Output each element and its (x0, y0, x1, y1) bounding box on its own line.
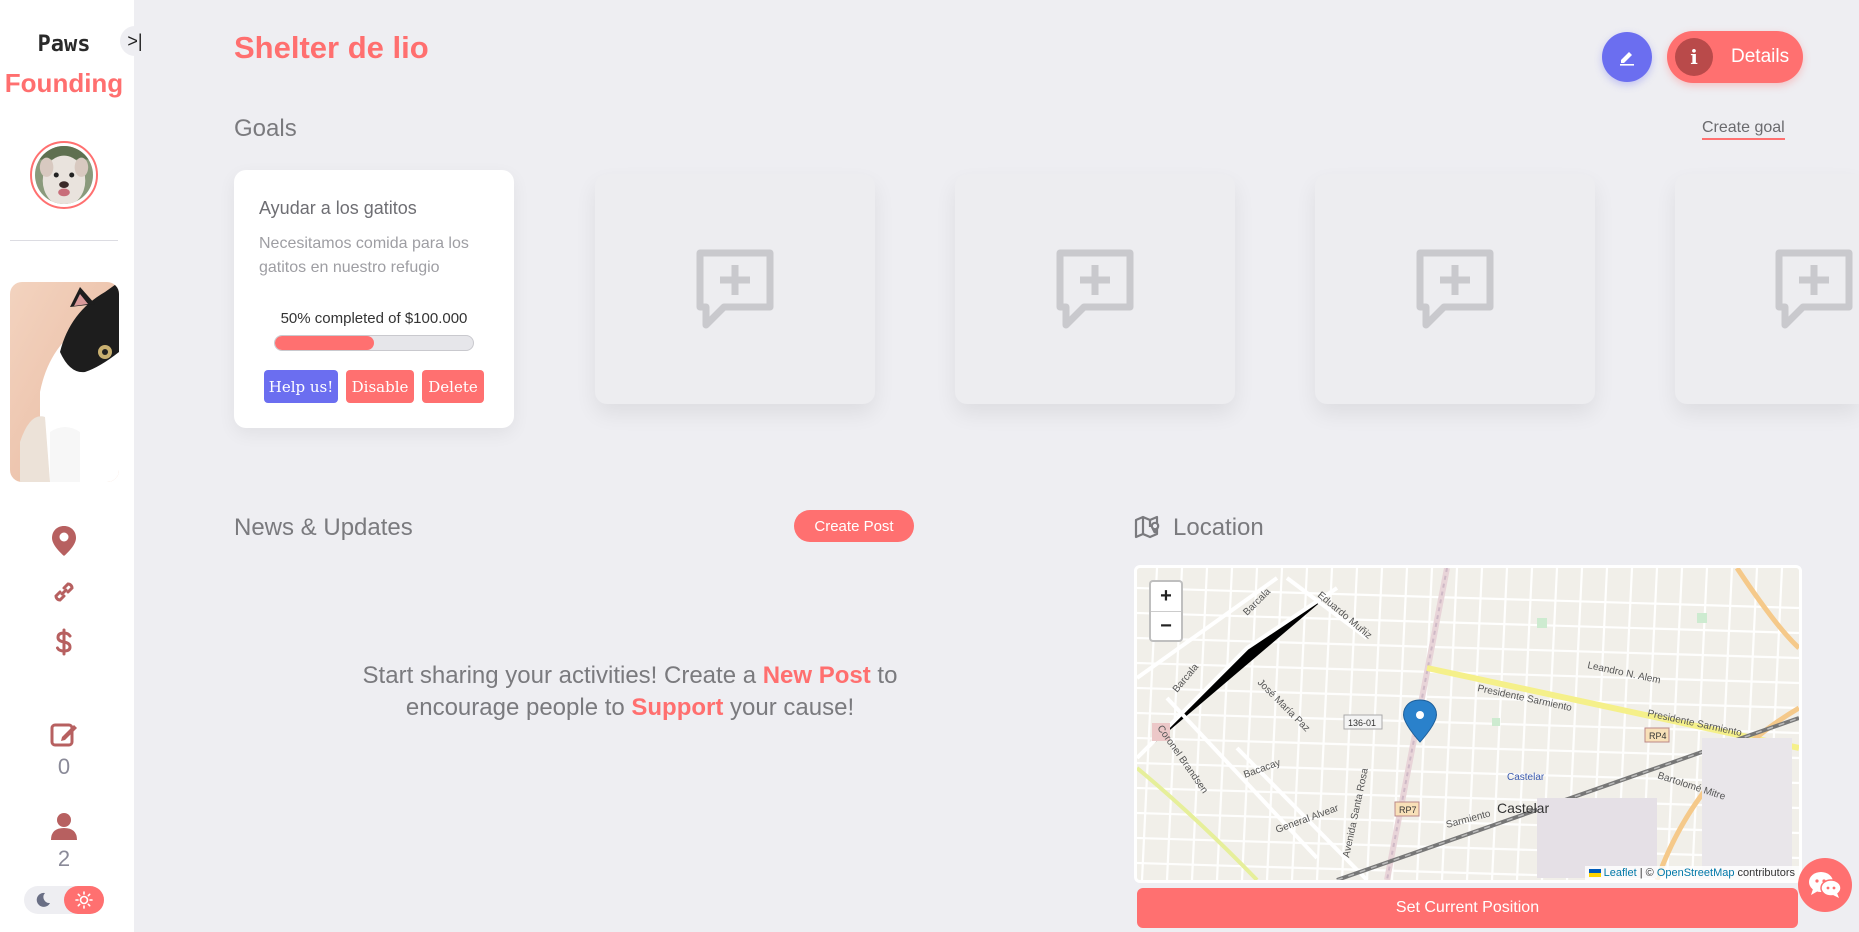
cat-photo (10, 282, 119, 482)
set-current-position-button[interactable]: Set Current Position (1137, 888, 1798, 928)
page-title: Shelter de lio (234, 30, 429, 65)
chat-icon (1809, 872, 1842, 898)
attribution-separator: | © (1636, 867, 1657, 879)
profile-avatar[interactable] (30, 141, 98, 209)
brand-name-line1: Paws (37, 32, 91, 57)
support-highlight: Support (631, 694, 724, 721)
add-comment-icon (696, 249, 774, 329)
info-icon: i (1675, 38, 1713, 76)
route-shield: RP7 (1399, 805, 1417, 815)
goal-progress-text: 50% completed of $100.000 (280, 310, 468, 327)
dog-avatar-image (35, 146, 93, 204)
posts-count: 0 (57, 754, 71, 779)
empty-text-1: Start sharing your activities! Create a (362, 662, 763, 689)
moon-icon[interactable] (32, 890, 54, 910)
details-label: Details (1731, 46, 1790, 67)
link-icon[interactable] (48, 576, 80, 608)
add-comment-icon (1775, 249, 1853, 329)
chat-button[interactable] (1798, 858, 1852, 912)
news-title: News & Updates (234, 514, 413, 541)
create-post-button[interactable]: Create Post (794, 510, 914, 542)
goal-card: Ayudar a los gatitos Necesitamos comida … (234, 170, 514, 428)
zoom-in-button[interactable]: + (1151, 582, 1181, 611)
city-label: Castelar (1497, 800, 1549, 816)
sidebar: Paws Founding >| 0 2 (0, 0, 150, 932)
map-icon (1134, 514, 1162, 545)
edit-shelter-button[interactable] (1602, 32, 1652, 82)
flag-icon (1588, 869, 1601, 878)
leaflet-link[interactable]: Leaflet (1604, 867, 1637, 879)
goal-description: Necesitamos comida para los gatitos en n… (259, 235, 469, 276)
zoom-out-button[interactable]: − (1151, 611, 1181, 640)
sidebar-divider (10, 240, 118, 241)
route-shield: 136-01 (1348, 718, 1376, 728)
osm-link[interactable]: OpenStreetMap (1657, 867, 1735, 879)
edit-icon[interactable] (48, 718, 80, 750)
goal-progress-fill (275, 336, 374, 350)
map-tiles: Barcala Eduardo Muñiz Leandro N. Alem Pr… (1137, 568, 1799, 880)
disable-button[interactable]: Disable (346, 370, 414, 403)
pencil-icon (1620, 52, 1634, 66)
sun-icon[interactable] (64, 886, 104, 914)
theme-toggle[interactable] (24, 886, 104, 914)
user-icon[interactable] (48, 810, 80, 842)
location-map[interactable]: Barcala Eduardo Muñiz Leandro N. Alem Pr… (1134, 565, 1802, 883)
create-goal-link[interactable]: Create goal (1702, 119, 1785, 140)
add-goal-placeholder[interactable] (1675, 174, 1859, 404)
sidebar-collapse-button[interactable]: >| (120, 26, 150, 56)
news-empty-message: Start sharing your activities! Create a … (330, 660, 930, 724)
add-goal-placeholder[interactable] (955, 174, 1235, 404)
map-zoom-control: + − (1149, 580, 1183, 642)
goal-title: Ayudar a los gatitos (259, 198, 417, 218)
goals-title: Goals (234, 115, 297, 142)
location-pin-icon[interactable] (48, 525, 80, 557)
location-title: Location (1173, 514, 1264, 541)
add-goal-placeholder[interactable] (1315, 174, 1595, 404)
details-button[interactable]: i Details (1667, 31, 1803, 83)
new-post-highlight: New Post (762, 662, 871, 689)
station-label: Castelar (1507, 772, 1545, 783)
goal-progress-bar (274, 335, 474, 351)
empty-text-3: your cause! (723, 694, 855, 721)
add-comment-icon (1416, 249, 1494, 329)
route-shield: RP4 (1649, 731, 1667, 741)
add-comment-icon (1056, 249, 1134, 329)
brand-name-line2: Founding (4, 68, 124, 98)
collapse-icon: >| (127, 30, 143, 51)
map-attribution: Leaflet | © OpenStreetMap contributors (1584, 866, 1799, 880)
attribution-tail: contributors (1734, 867, 1795, 879)
help-us-button[interactable]: Help us! (264, 370, 338, 403)
add-goal-placeholder[interactable] (595, 174, 875, 404)
dollar-icon[interactable] (48, 626, 80, 658)
delete-button[interactable]: Delete (422, 370, 484, 403)
followers-count: 2 (57, 846, 71, 871)
